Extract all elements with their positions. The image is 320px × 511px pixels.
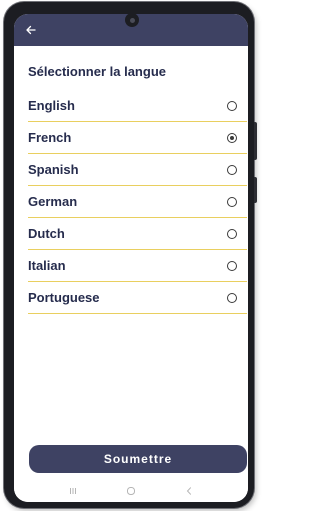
radio-button-selected[interactable] — [227, 133, 237, 143]
language-option-french[interactable]: French — [28, 122, 247, 154]
radio-button[interactable] — [227, 197, 237, 207]
nav-back-button[interactable] — [182, 485, 196, 497]
radio-button[interactable] — [227, 165, 237, 175]
screen: Sélectionner la langue English French Sp… — [14, 14, 248, 502]
language-option-portuguese[interactable]: Portuguese — [28, 282, 247, 314]
submit-button[interactable]: Soumettre — [29, 445, 247, 473]
language-label: Spanish — [28, 162, 79, 177]
language-label: English — [28, 98, 75, 113]
radio-button[interactable] — [227, 293, 237, 303]
language-option-italian[interactable]: Italian — [28, 250, 247, 282]
language-label: French — [28, 130, 72, 145]
language-option-dutch[interactable]: Dutch — [28, 218, 247, 250]
language-list: English French Spanish German Dutch Ital… — [28, 90, 247, 314]
radio-button[interactable] — [227, 101, 237, 111]
language-label: Portuguese — [28, 290, 100, 305]
home-icon — [127, 487, 135, 495]
language-label: Dutch — [28, 226, 65, 241]
system-nav-bar — [14, 480, 248, 502]
recents-icon — [70, 488, 76, 494]
language-option-german[interactable]: German — [28, 186, 247, 218]
volume-button — [254, 122, 257, 160]
recents-button[interactable] — [66, 485, 80, 497]
radio-button[interactable] — [227, 229, 237, 239]
arrow-left-icon — [26, 25, 36, 35]
power-button — [254, 177, 257, 203]
radio-button[interactable] — [227, 261, 237, 271]
phone-frame: Sélectionner la langue English French Sp… — [4, 2, 257, 508]
back-chevron-icon — [186, 487, 191, 495]
language-label: German — [28, 194, 78, 209]
language-option-spanish[interactable]: Spanish — [28, 154, 247, 186]
home-button[interactable] — [124, 485, 138, 497]
language-label: Italian — [28, 258, 66, 273]
back-button[interactable] — [24, 23, 38, 37]
app-header — [14, 14, 248, 46]
page-title: Sélectionner la langue — [28, 64, 166, 79]
language-option-english[interactable]: English — [28, 90, 247, 122]
front-camera — [125, 14, 139, 27]
